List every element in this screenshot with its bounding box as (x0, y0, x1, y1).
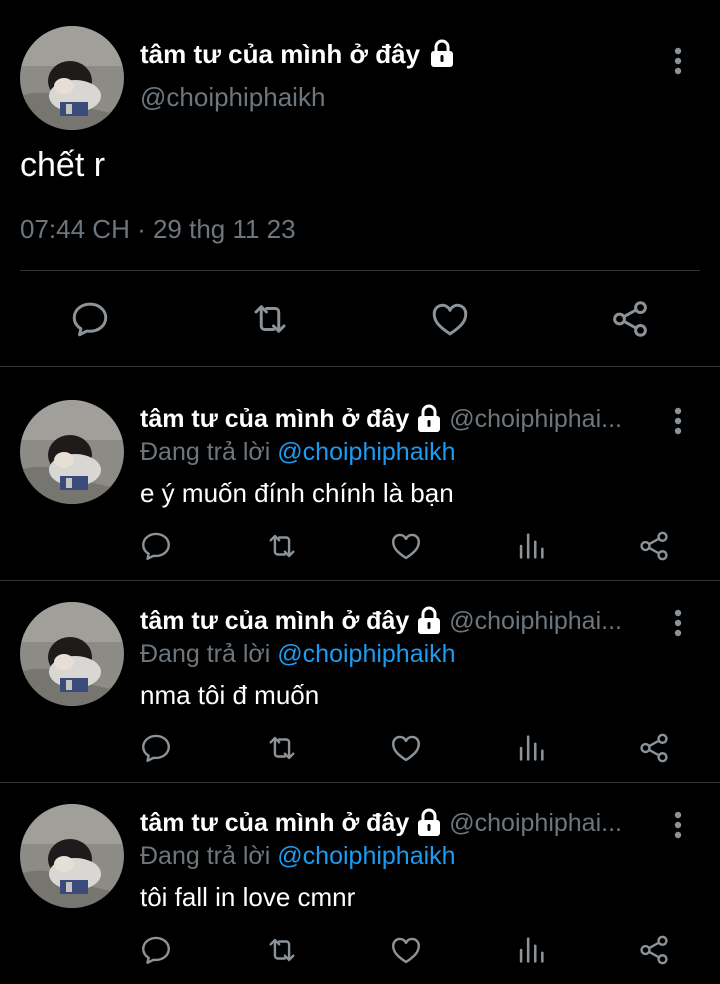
tweet-actions (0, 726, 720, 770)
reply-button[interactable] (136, 726, 176, 770)
stats-icon (514, 529, 548, 563)
tweet-timestamp[interactable]: 07:44 CH · 29 thg 11 23 (20, 214, 296, 245)
tweet-text: chết r (20, 146, 106, 184)
tweet-text: nma tôi đ muốn (140, 680, 320, 710)
more-vertical-icon[interactable] (664, 808, 692, 842)
views-button[interactable] (511, 928, 551, 972)
views-button[interactable] (511, 524, 551, 568)
author-name-row[interactable]: tâm tư của mình ở đây (140, 36, 456, 72)
share-button[interactable] (634, 524, 674, 568)
tweet-actions (0, 290, 720, 348)
reply-icon (69, 298, 111, 340)
replying-prefix: Đang trả lời (140, 438, 271, 466)
author-handle[interactable]: @choiphiphai... (449, 809, 660, 838)
reply-tweet[interactable]: tâm tư của mình ở đây @choiphiphai... Đa… (0, 372, 720, 572)
lock-icon (415, 606, 443, 636)
reply-button[interactable] (62, 290, 118, 348)
reply-header: tâm tư của mình ở đây @choiphiphai... (140, 604, 660, 638)
more-vertical-icon[interactable] (664, 606, 692, 640)
lock-icon (428, 39, 456, 69)
retweet-icon (265, 933, 299, 967)
like-button[interactable] (386, 928, 426, 972)
share-icon (609, 298, 651, 340)
display-name[interactable]: tâm tư của mình ở đây (140, 405, 409, 434)
replying-to: Đang trả lời @choiphiphaikh (140, 640, 456, 669)
reply-header: tâm tư của mình ở đây @choiphiphai... (140, 402, 660, 436)
heart-icon (389, 529, 423, 563)
more-vertical-icon[interactable] (664, 404, 692, 438)
reply-icon (139, 933, 173, 967)
tweet-actions (0, 928, 720, 972)
retweet-button[interactable] (262, 726, 302, 770)
share-icon (637, 731, 671, 765)
share-button[interactable] (634, 928, 674, 972)
reply-header: tâm tư của mình ở đây @choiphiphai... (140, 806, 660, 840)
reply-tweet[interactable]: tâm tư của mình ở đây @choiphiphai... Đa… (0, 776, 720, 976)
tweet-text: tôi fall in love cmnr (140, 882, 356, 912)
main-tweet: tâm tư của mình ở đây @choiphiphaikh chế… (0, 0, 720, 366)
like-button[interactable] (386, 524, 426, 568)
retweet-icon (249, 298, 291, 340)
retweet-icon (265, 529, 299, 563)
share-icon (637, 933, 671, 967)
tweet-thread-page: tâm tư của mình ở đây @choiphiphaikh chế… (0, 0, 720, 984)
display-name[interactable]: tâm tư của mình ở đây (140, 39, 420, 70)
heart-icon (389, 731, 423, 765)
more-vertical-icon[interactable] (664, 44, 692, 78)
retweet-button[interactable] (262, 928, 302, 972)
stats-icon (514, 731, 548, 765)
like-button[interactable] (386, 726, 426, 770)
like-button[interactable] (422, 290, 478, 348)
heart-icon (389, 933, 423, 967)
heart-icon (429, 298, 471, 340)
views-button[interactable] (511, 726, 551, 770)
mention-link[interactable]: @choiphiphaikh (277, 640, 455, 668)
reply-icon (139, 731, 173, 765)
avatar[interactable] (20, 602, 124, 706)
replying-to: Đang trả lời @choiphiphaikh (140, 438, 456, 467)
divider (0, 366, 720, 367)
divider (20, 270, 700, 271)
avatar[interactable] (20, 400, 124, 504)
display-name[interactable]: tâm tư của mình ở đây (140, 809, 409, 838)
author-handle[interactable]: @choiphiphai... (449, 607, 660, 636)
lock-icon (415, 808, 443, 838)
replying-prefix: Đang trả lời (140, 640, 271, 668)
share-button[interactable] (602, 290, 658, 348)
tweet-actions (0, 524, 720, 568)
mention-link[interactable]: @choiphiphaikh (277, 842, 455, 870)
mention-link[interactable]: @choiphiphaikh (277, 438, 455, 466)
author-handle[interactable]: @choiphiphai... (449, 405, 660, 434)
reply-icon (139, 529, 173, 563)
lock-icon (415, 404, 443, 434)
avatar[interactable] (20, 804, 124, 908)
tweet-text: e ý muốn đính chính là bạn (140, 478, 454, 508)
share-icon (637, 529, 671, 563)
author-handle[interactable]: @choiphiphaikh (140, 82, 325, 113)
display-name[interactable]: tâm tư của mình ở đây (140, 607, 409, 636)
share-button[interactable] (634, 726, 674, 770)
stats-icon (514, 933, 548, 967)
replying-to: Đang trả lời @choiphiphaikh (140, 842, 456, 871)
reply-button[interactable] (136, 524, 176, 568)
replying-prefix: Đang trả lời (140, 842, 271, 870)
retweet-button[interactable] (242, 290, 298, 348)
retweet-button[interactable] (262, 524, 302, 568)
reply-tweet[interactable]: tâm tư của mình ở đây @choiphiphai... Đa… (0, 574, 720, 774)
retweet-icon (265, 731, 299, 765)
avatar[interactable] (20, 26, 124, 130)
reply-button[interactable] (136, 928, 176, 972)
